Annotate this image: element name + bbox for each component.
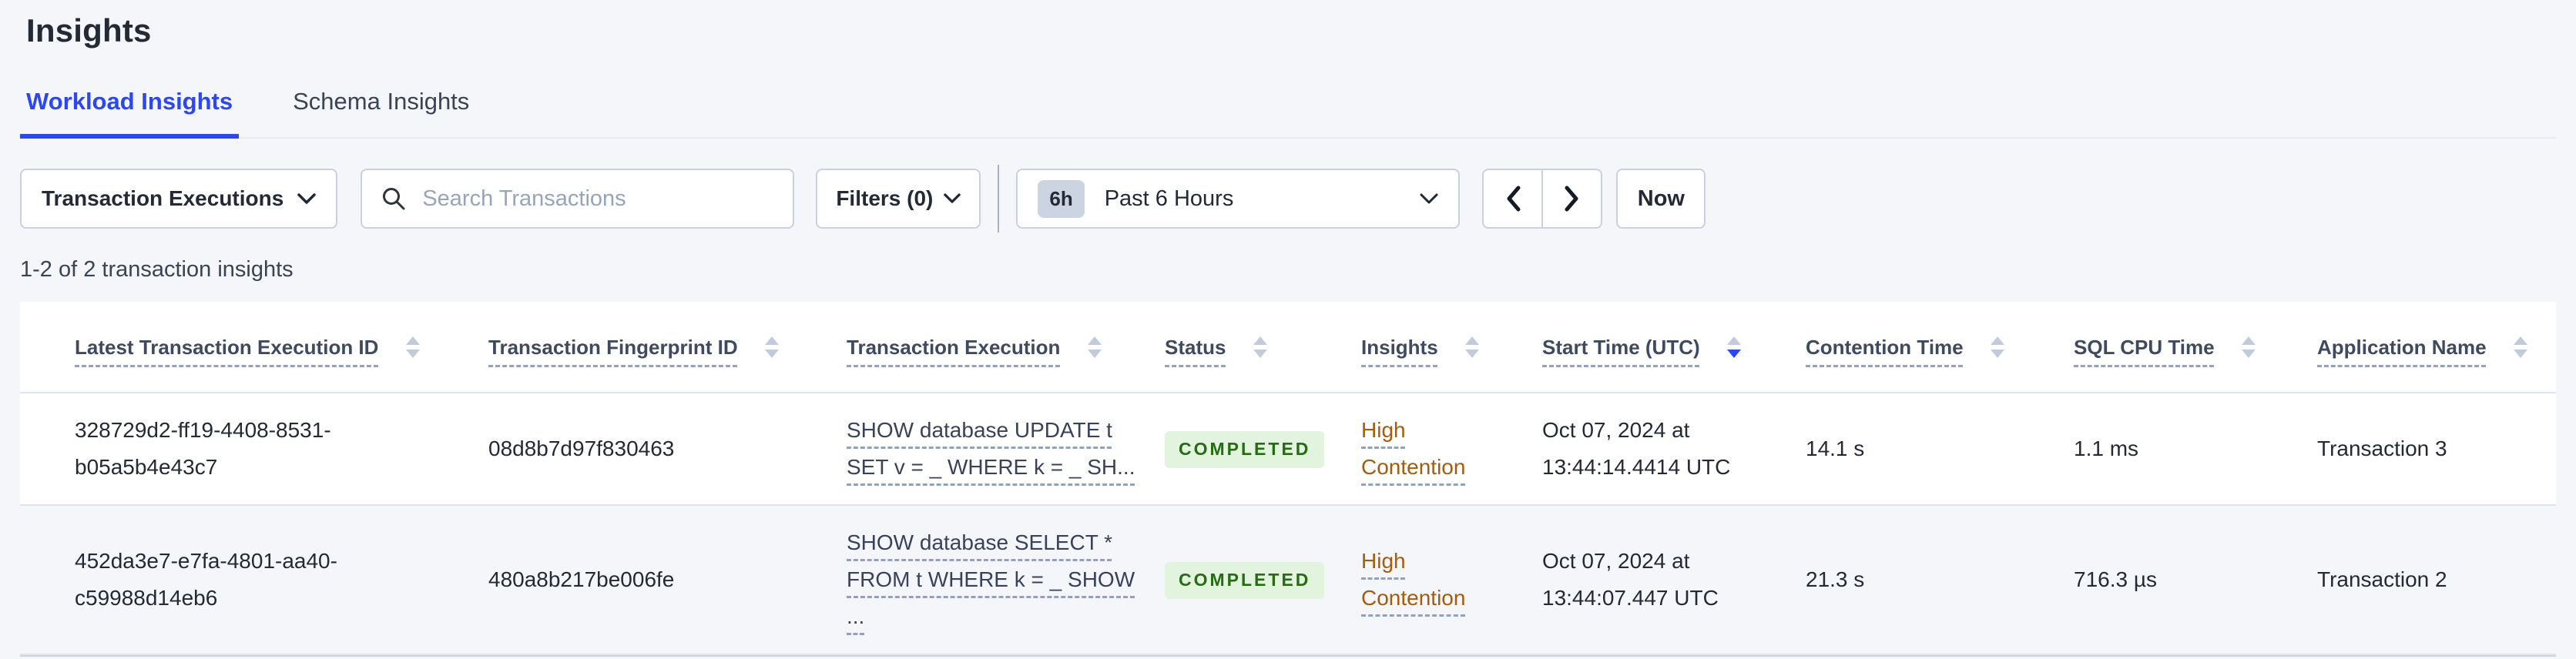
column-header-start-time[interactable]: Start Time (UTC) bbox=[1542, 302, 1806, 393]
sort-icon bbox=[764, 336, 779, 359]
column-header-transaction-fingerprint-id[interactable]: Transaction Fingerprint ID bbox=[488, 302, 847, 393]
transaction-fingerprint-id: 08d8b7d97f830463 bbox=[488, 393, 847, 506]
filters-button[interactable]: Filters (0) bbox=[816, 169, 981, 229]
transaction-insights-table: Latest Transaction Execution ID Transact… bbox=[20, 302, 2556, 655]
toolbar: Transaction Executions Filters (0) 6h Pa… bbox=[20, 165, 2556, 232]
sort-icon bbox=[1253, 336, 1267, 359]
latest-transaction-execution-id: 328729d2-ff19-4408-8531-b05a5b4e43c7 bbox=[75, 418, 331, 479]
tab-bar: Workload Insights Schema Insights bbox=[20, 88, 2556, 139]
column-header-contention-time[interactable]: Contention Time bbox=[1806, 302, 2074, 393]
time-range-label: Past 6 Hours bbox=[1104, 186, 1234, 211]
contention-time: 14.1 s bbox=[1806, 393, 2074, 506]
time-range-pager bbox=[1482, 169, 1603, 229]
next-time-range-button[interactable] bbox=[1541, 169, 1603, 229]
toolbar-divider bbox=[998, 165, 1000, 232]
chevron-down-icon bbox=[944, 193, 961, 203]
sort-icon bbox=[2513, 336, 2527, 359]
sql-cpu-time: 1.1 ms bbox=[2074, 393, 2317, 506]
status-badge: COMPLETED bbox=[1165, 431, 1325, 468]
time-range-picker[interactable]: 6h Past 6 Hours bbox=[1016, 169, 1461, 229]
chevron-right-icon bbox=[1565, 186, 1578, 212]
transaction-execution-link[interactable]: SHOW database UPDATE t SET v = _ WHERE k… bbox=[847, 412, 1135, 486]
insight-type-link[interactable]: High Contention bbox=[1361, 412, 1488, 486]
time-range-badge: 6h bbox=[1038, 179, 1085, 218]
insights-table-card: Latest Transaction Execution ID Transact… bbox=[20, 302, 2556, 657]
chevron-left-icon bbox=[1507, 186, 1521, 212]
sort-icon-active-desc bbox=[1726, 336, 1741, 359]
insights-page: Insights Workload Insights Schema Insigh… bbox=[0, 0, 2576, 657]
sort-icon bbox=[1087, 336, 1102, 359]
column-header-insights[interactable]: Insights bbox=[1361, 302, 1542, 393]
sort-icon bbox=[2241, 336, 2256, 359]
status-badge: COMPLETED bbox=[1165, 562, 1325, 599]
tab-schema-insights[interactable]: Schema Insights bbox=[287, 88, 475, 139]
table-row: 328729d2-ff19-4408-8531-b05a5b4e43c7 08d… bbox=[20, 393, 2556, 506]
results-count: 1-2 of 2 transaction insights bbox=[20, 257, 293, 282]
sort-icon bbox=[405, 336, 420, 359]
filters-label: Filters (0) bbox=[836, 186, 934, 210]
application-name: Transaction 3 bbox=[2317, 393, 2556, 506]
start-time: Oct 07, 2024 at 13:44:07.447 UTC bbox=[1542, 549, 1719, 610]
sort-icon bbox=[1464, 336, 1479, 359]
table-row: 452da3e7-e7fa-4801-aa40-c59988d14eb6 480… bbox=[20, 505, 2556, 655]
insight-type-dropdown[interactable]: Transaction Executions bbox=[20, 169, 338, 229]
column-header-sql-cpu-time[interactable]: SQL CPU Time bbox=[2074, 302, 2317, 393]
page-title: Insights bbox=[26, 12, 152, 49]
column-header-latest-transaction-execution-id[interactable]: Latest Transaction Execution ID bbox=[20, 302, 488, 393]
latest-transaction-execution-id: 452da3e7-e7fa-4801-aa40-c59988d14eb6 bbox=[75, 549, 337, 610]
insight-type-link[interactable]: High Contention bbox=[1361, 543, 1488, 617]
search-icon bbox=[383, 188, 405, 210]
application-name: Transaction 2 bbox=[2317, 505, 2556, 655]
now-button[interactable]: Now bbox=[1616, 169, 1706, 229]
contention-time: 21.3 s bbox=[1806, 505, 2074, 655]
column-header-application-name[interactable]: Application Name bbox=[2317, 302, 2556, 393]
insight-type-label: Transaction Executions bbox=[42, 186, 284, 210]
transaction-execution-link[interactable]: SHOW database SELECT * FROM t WHERE k = … bbox=[847, 524, 1135, 635]
tab-workload-insights[interactable]: Workload Insights bbox=[20, 88, 240, 139]
column-header-status[interactable]: Status bbox=[1165, 302, 1361, 393]
sort-icon bbox=[1990, 336, 2004, 359]
chevron-down-icon bbox=[297, 192, 317, 204]
search-input[interactable] bbox=[421, 185, 775, 212]
previous-time-range-button[interactable] bbox=[1482, 169, 1544, 229]
start-time: Oct 07, 2024 at 13:44:14.4414 UTC bbox=[1542, 418, 1731, 479]
search-box bbox=[361, 169, 795, 229]
transaction-fingerprint-id: 480a8b217be006fe bbox=[488, 505, 847, 655]
table-header-row: Latest Transaction Execution ID Transact… bbox=[20, 302, 2556, 393]
sql-cpu-time: 716.3 µs bbox=[2074, 505, 2317, 655]
chevron-down-icon bbox=[1420, 193, 1438, 203]
column-header-transaction-execution[interactable]: Transaction Execution bbox=[847, 302, 1165, 393]
